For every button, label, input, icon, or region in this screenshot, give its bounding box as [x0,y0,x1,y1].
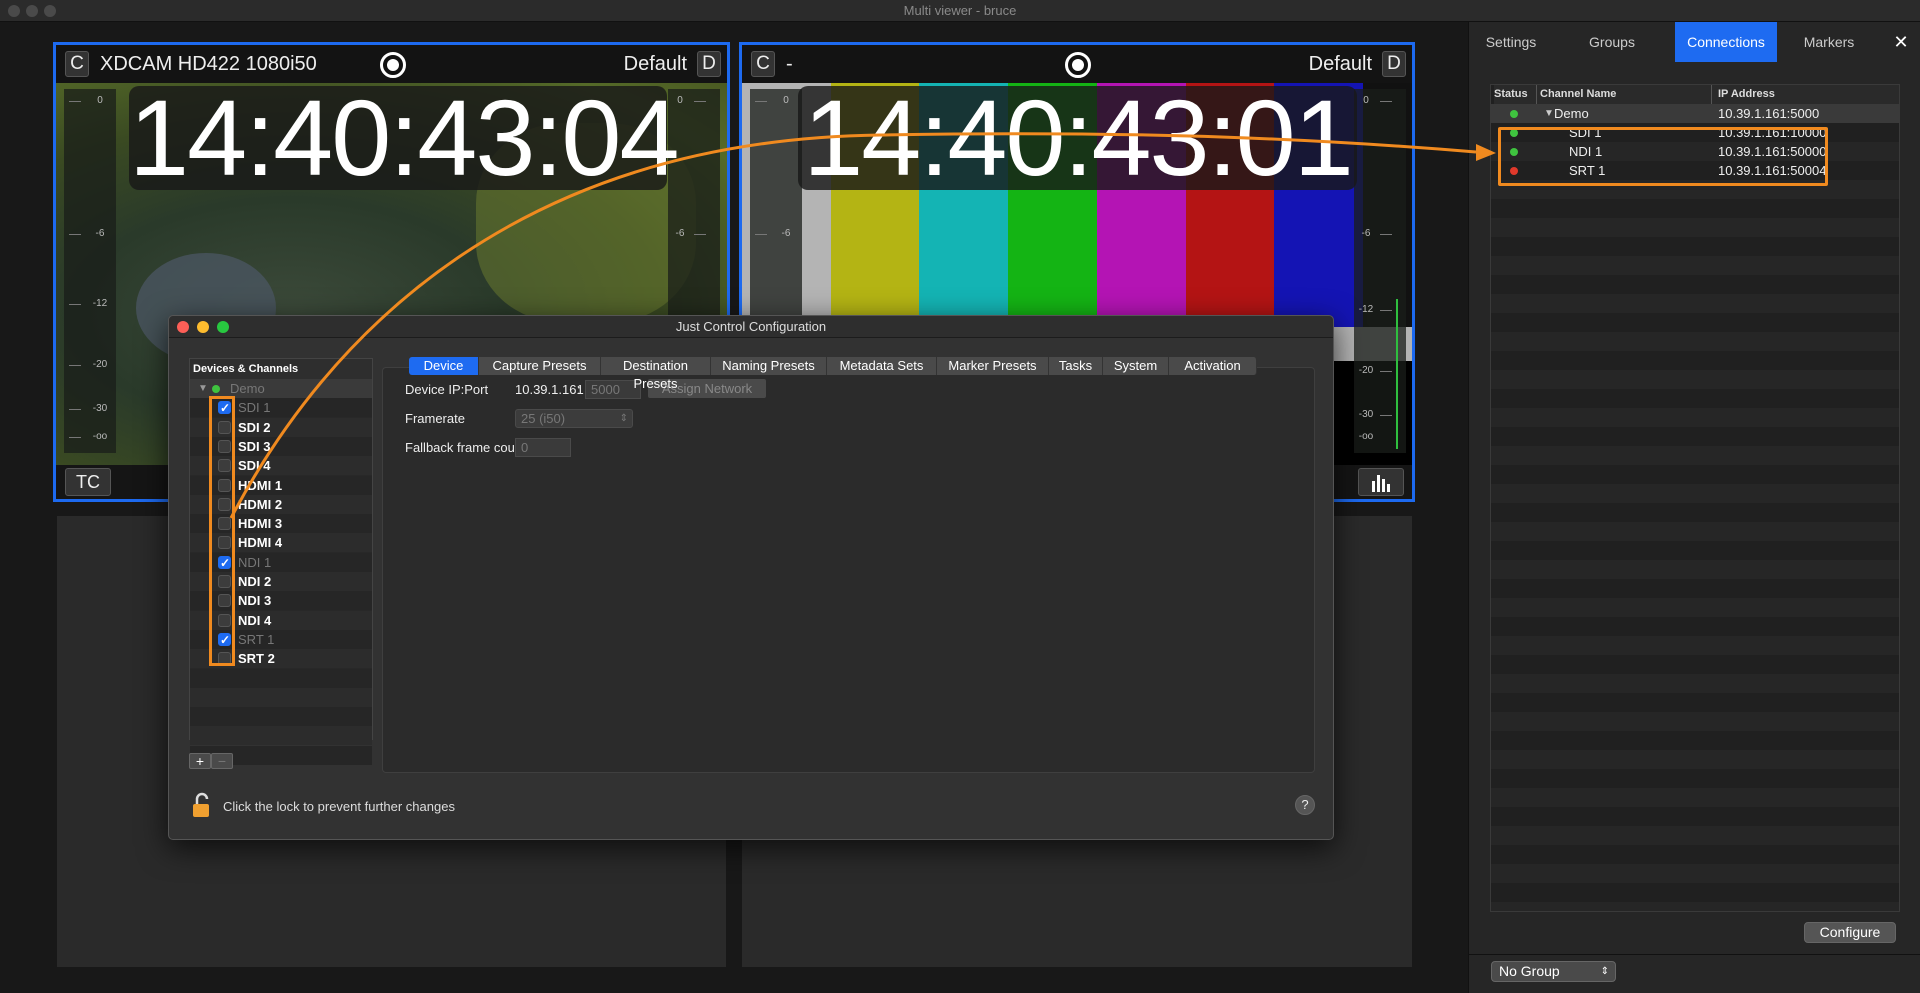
arrow-head-icon [1476,144,1496,161]
arrow-line [229,132,1477,519]
annotation-arrow [229,132,1496,519]
